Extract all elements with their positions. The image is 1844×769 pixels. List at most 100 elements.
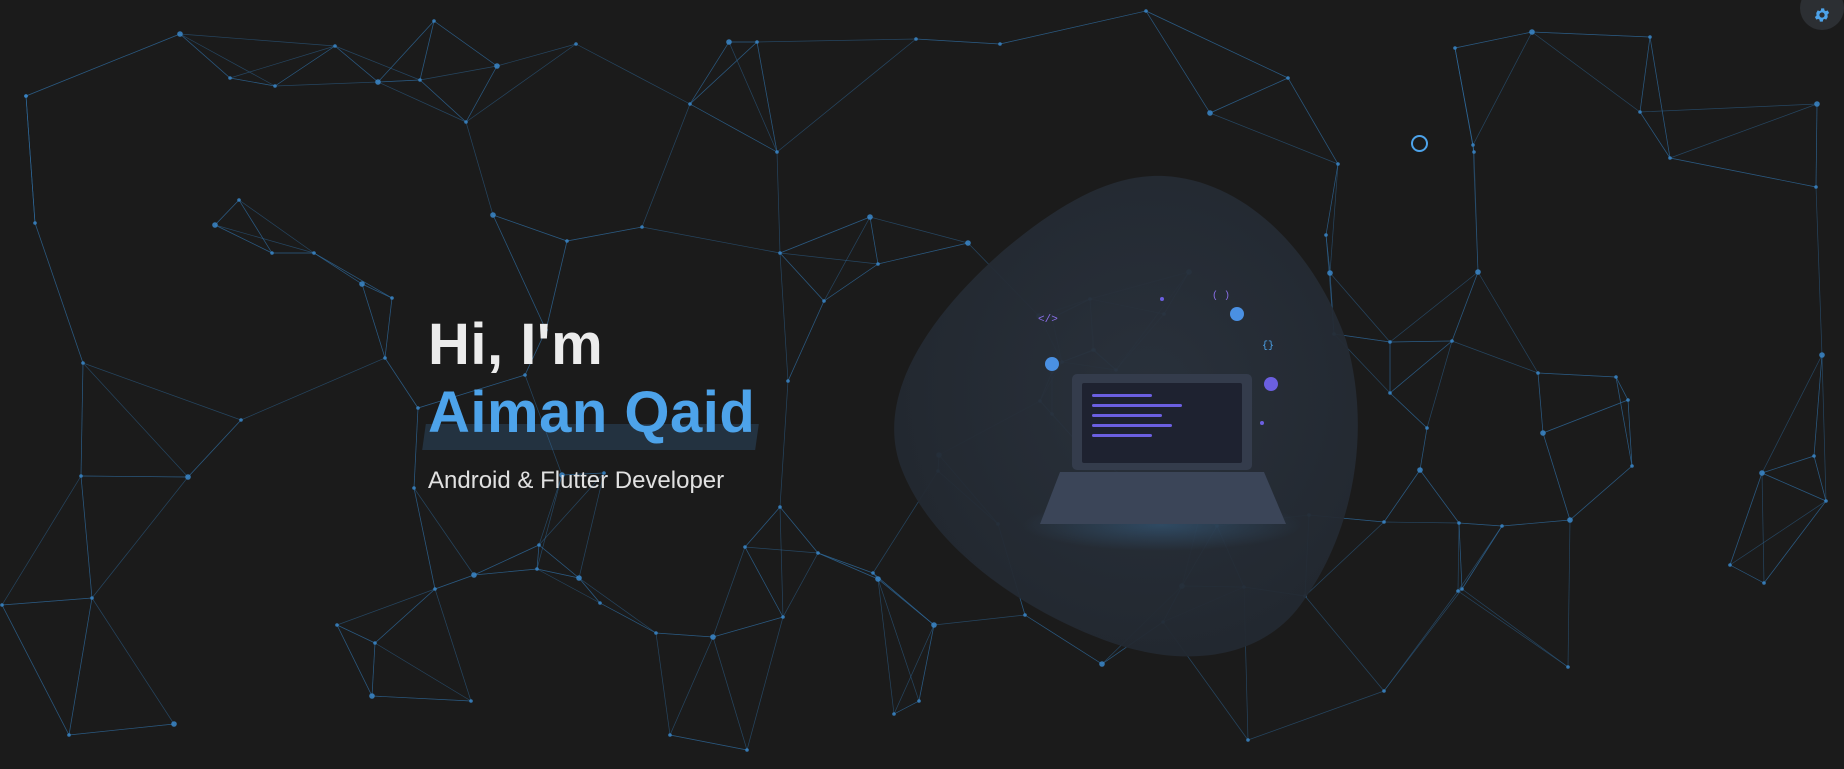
network-node: [598, 601, 602, 605]
network-link: [496, 43, 577, 67]
network-link: [34, 222, 84, 364]
network-link: [187, 419, 242, 478]
network-node: [1471, 143, 1475, 147]
network-link: [1761, 472, 1827, 502]
network-link: [336, 588, 436, 626]
network-node: [373, 641, 377, 645]
network-link: [91, 597, 175, 725]
network-link: [179, 33, 276, 87]
network-link: [82, 362, 189, 478]
network-node: [998, 42, 1002, 46]
network-node: [778, 505, 782, 509]
network-link: [1472, 31, 1533, 146]
portfolio-page: Hi, I'm Aiman Qaid Android & Flutter Dev…: [0, 0, 1844, 769]
laptop-icon: [1040, 374, 1286, 524]
developer-laptop-illustration: </> ( ) {}: [894, 175, 1358, 657]
floating-dot-small-right: [1260, 421, 1264, 425]
network-link: [384, 357, 419, 409]
network-link: [1, 597, 93, 606]
network-link: [877, 578, 895, 715]
network-link: [214, 224, 315, 254]
network-node: [1819, 352, 1825, 358]
network-link: [473, 568, 538, 576]
network-node: [1638, 110, 1642, 114]
network-link: [1761, 455, 1815, 474]
network-node: [654, 631, 658, 635]
network-node: [917, 699, 921, 703]
network-link: [817, 552, 879, 580]
network-link: [361, 283, 393, 299]
network-link: [1639, 36, 1651, 113]
network-node: [0, 603, 4, 607]
network-node: [1382, 520, 1386, 524]
network-link: [465, 121, 494, 216]
network-link: [336, 624, 376, 644]
network-node: [375, 79, 381, 85]
network-link: [371, 642, 376, 697]
network-link: [1383, 469, 1421, 523]
network-link: [1, 475, 82, 606]
network-link: [1639, 103, 1818, 113]
network-link: [669, 734, 748, 751]
network-node: [67, 733, 71, 737]
network-link: [419, 79, 467, 123]
network-link: [1454, 47, 1475, 153]
floating-dot-blue-left: [1045, 357, 1059, 371]
network-node: [1728, 563, 1732, 567]
network-link: [782, 552, 819, 618]
network-link: [361, 283, 386, 359]
network-node: [418, 78, 422, 82]
network-link: [817, 552, 874, 574]
network-link: [1821, 354, 1827, 502]
network-link: [1457, 590, 1569, 668]
network-node: [1453, 46, 1457, 50]
network-link: [25, 33, 181, 97]
floating-dot-blue-top: [1230, 307, 1244, 321]
network-node: [876, 262, 880, 266]
network-node: [1614, 375, 1618, 379]
network-node: [871, 571, 875, 575]
network-link: [1501, 519, 1571, 527]
network-link: [1461, 525, 1503, 590]
network-link: [1451, 340, 1539, 374]
network-link: [869, 216, 879, 265]
network-link: [473, 544, 540, 576]
network-node: [778, 251, 782, 255]
network-node: [1824, 499, 1828, 503]
network-link: [1729, 472, 1763, 566]
network-node: [710, 634, 716, 640]
network-link: [893, 700, 920, 715]
network-link: [779, 216, 871, 254]
network-node: [312, 251, 316, 255]
network-link: [334, 45, 379, 83]
network-link: [641, 103, 691, 228]
network-link: [578, 577, 657, 634]
network-link: [68, 723, 175, 736]
network-node: [432, 19, 436, 23]
network-link: [419, 20, 435, 81]
network-link: [1458, 522, 1463, 590]
code-tag-parens: ( ): [1212, 290, 1230, 302]
network-link: [80, 362, 84, 477]
network-link: [1729, 500, 1827, 566]
network-link: [744, 546, 784, 618]
network-link: [575, 43, 691, 105]
network-node: [1648, 35, 1652, 39]
network-node: [79, 474, 83, 478]
network-link: [1531, 31, 1651, 38]
network-link: [746, 616, 784, 751]
network-link: [1531, 31, 1641, 113]
network-node: [1460, 587, 1464, 591]
network-link: [641, 226, 781, 254]
network-node: [359, 281, 365, 287]
network-link: [712, 636, 748, 751]
network-link: [1567, 519, 1571, 668]
network-node: [1540, 430, 1546, 436]
network-node: [273, 84, 277, 88]
network-node: [24, 94, 28, 98]
network-link: [25, 95, 36, 224]
network-link: [1247, 690, 1385, 741]
network-link: [1473, 151, 1479, 273]
network-link: [823, 263, 879, 302]
code-tag-braces: {}: [1262, 340, 1274, 352]
